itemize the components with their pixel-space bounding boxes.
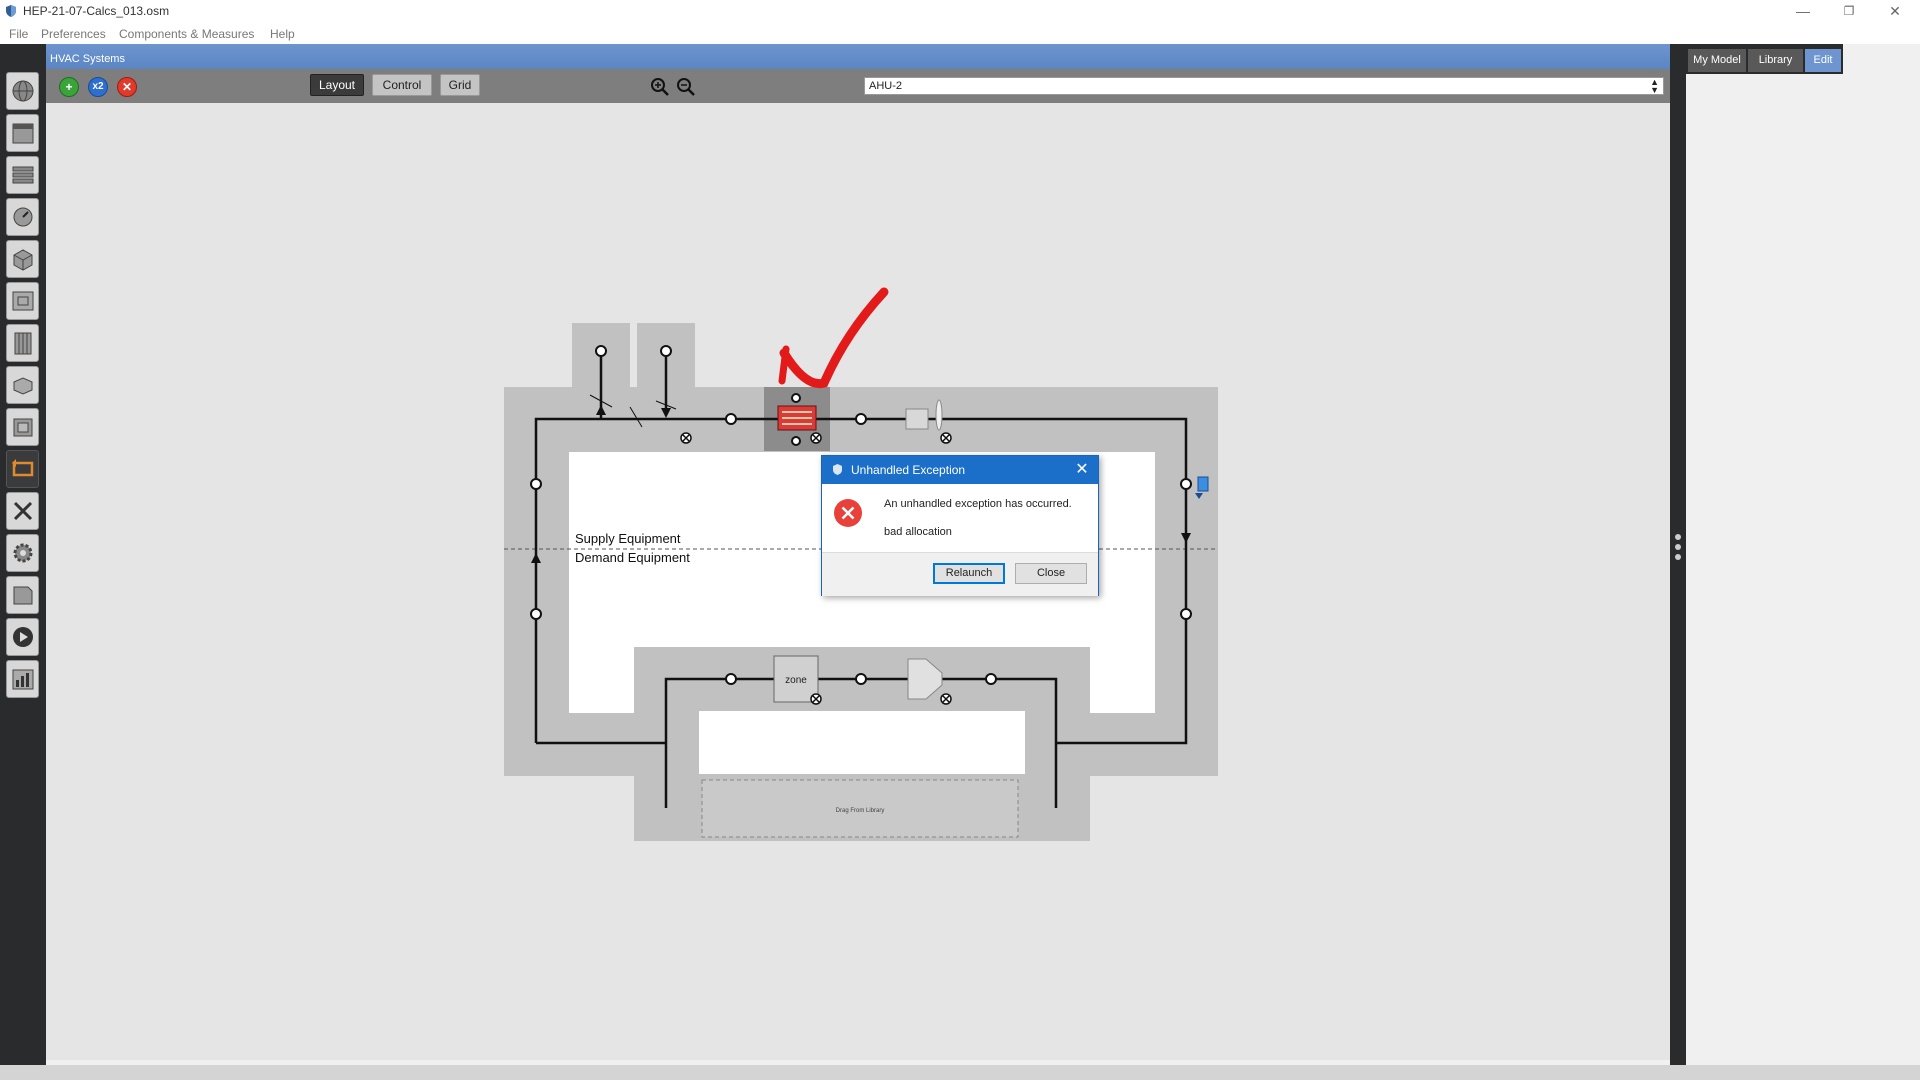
rail-thermal-zones-button[interactable]: [6, 408, 39, 446]
restore-button[interactable]: ❐: [1826, 0, 1872, 24]
menu-preferences[interactable]: Preferences: [41, 27, 106, 41]
dialog-message: An unhandled exception has occurred.: [884, 498, 1072, 510]
hvac-header: [46, 44, 1670, 69]
add-loop-button[interactable]: +: [59, 77, 79, 97]
annotation-checkmark-icon: [779, 287, 889, 389]
zone-label: zone: [785, 675, 807, 686]
relaunch-button[interactable]: Relaunch: [933, 563, 1005, 584]
gear-icon: [13, 543, 33, 563]
dialog-close-icon[interactable]: ✕: [1072, 459, 1092, 479]
x2-icon: x2: [92, 81, 104, 92]
supply-equipment-label: Supply Equipment: [575, 531, 681, 546]
app-shield-icon: [6, 5, 16, 17]
rail-building-summary-button[interactable]: [6, 492, 39, 530]
hvac-loop-icon: [12, 459, 34, 477]
play-icon: [13, 627, 33, 647]
rail-hvac-systems-button[interactable]: [6, 450, 39, 488]
rail-spaces-button[interactable]: [6, 366, 39, 404]
zones-icon: [13, 418, 33, 437]
box-icon: [13, 377, 33, 395]
demand-inner-area: [699, 711, 1025, 774]
tab-grid[interactable]: Grid: [440, 74, 480, 96]
tab-control[interactable]: Control: [372, 74, 432, 96]
menu-help[interactable]: Help: [270, 27, 295, 41]
rail-results-summary-button[interactable]: [6, 660, 39, 698]
dialog-title-bar: Unhandled Exception ✕: [822, 456, 1098, 484]
demand-equipment-label: Demand Equipment: [575, 550, 690, 565]
cube-icon: [13, 249, 33, 271]
rail-site-button[interactable]: [6, 72, 39, 110]
floorplan-icon: [12, 291, 34, 311]
window-title: HEP-21-07-Calcs_013.osm: [23, 4, 170, 18]
tab-library[interactable]: Library: [1748, 49, 1803, 72]
status-bar: [0, 1065, 1920, 1080]
rail-space-types-button[interactable]: [6, 240, 39, 278]
plus-icon: +: [65, 80, 73, 94]
heating-coil-icon: [777, 405, 817, 431]
left-tool-rail: [0, 44, 46, 1065]
error-icon: [834, 499, 862, 527]
select-arrows-icon: ▲ ▼: [1650, 77, 1659, 95]
tab-edit[interactable]: Edit: [1805, 49, 1841, 72]
menu-file[interactable]: File: [9, 27, 28, 41]
settings-sheet-icon: [13, 586, 33, 605]
zoom-out-icon[interactable]: [676, 77, 696, 97]
tab-my-model[interactable]: My Model: [1688, 49, 1746, 72]
tab-layout[interactable]: Layout: [310, 74, 364, 96]
rail-schedules-button[interactable]: [6, 114, 39, 152]
window-title-bar: HEP-21-07-Calcs_013.osm — ❐ ✕: [0, 0, 1920, 24]
splitter-bar[interactable]: [1670, 44, 1686, 1065]
menu-components-measures[interactable]: Components & Measures: [119, 27, 254, 41]
building-icon: [14, 332, 32, 355]
close-window-button[interactable]: ✕: [1872, 0, 1918, 24]
layers-icon: [12, 166, 34, 184]
rail-facility-button[interactable]: [6, 324, 39, 362]
loop-select-value: AHU-2: [869, 80, 903, 92]
remove-loop-button[interactable]: ✕: [117, 77, 137, 97]
dialog-body: An unhandled exception has occurred. bad…: [822, 484, 1098, 552]
drag-from-library-label: Drag From Library: [836, 808, 885, 814]
close-button[interactable]: Close: [1015, 563, 1087, 584]
rail-loads-button[interactable]: [6, 198, 39, 236]
remove-icon: ✕: [121, 80, 133, 94]
gauge-icon: [13, 207, 33, 227]
calendar-icon: [12, 123, 34, 144]
menu-bar: File Preferences Components & Measures H…: [0, 24, 1920, 44]
rail-output-variables-button[interactable]: [6, 534, 39, 572]
rail-geometry-button[interactable]: [6, 282, 39, 320]
globe-icon: [12, 80, 34, 102]
dialog-detail: bad allocation: [884, 526, 952, 538]
chart-icon: [12, 669, 34, 690]
rail-constructions-button[interactable]: [6, 156, 39, 194]
tools-icon: [13, 501, 33, 521]
right-panel: [1686, 44, 1920, 1065]
zoom-in-icon[interactable]: [650, 77, 670, 97]
rail-simulation-settings-button[interactable]: [6, 576, 39, 614]
dialog-title: Unhandled Exception: [851, 463, 966, 477]
rail-run-simulation-button[interactable]: [6, 618, 39, 656]
minimize-button[interactable]: —: [1780, 0, 1826, 24]
copy-loop-button[interactable]: x2: [88, 77, 108, 97]
app-shield-icon: [833, 464, 842, 475]
hvac-header-title: HVAC Systems: [50, 53, 125, 65]
unhandled-exception-dialog: Unhandled Exception ✕ An unhandled excep…: [821, 455, 1099, 596]
loop-select[interactable]: AHU-2 ▲ ▼: [864, 77, 1664, 95]
